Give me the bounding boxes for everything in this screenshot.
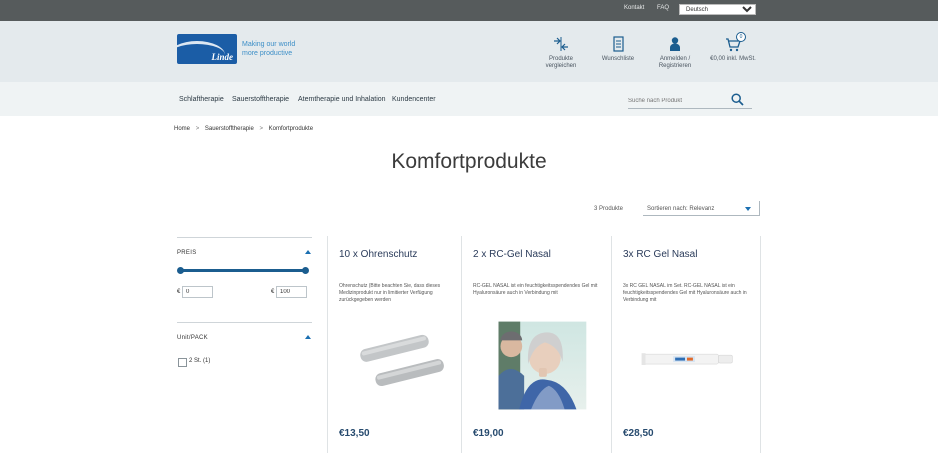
- site-header: Linde Making our world more productive P…: [0, 21, 938, 82]
- top-bar: Kontakt FAQ Deutsch: [0, 0, 938, 21]
- unit-checkbox[interactable]: [178, 358, 187, 367]
- compare-label: Produkte vergleichen: [545, 56, 577, 69]
- price-slider-track[interactable]: [177, 267, 309, 274]
- product-description: 3x RC GEL NASAL im Set. RC-GEL NASAL ist…: [623, 283, 747, 303]
- chevron-up-icon[interactable]: [305, 335, 311, 339]
- product-title[interactable]: 2 x RC-Gel Nasal: [473, 249, 551, 260]
- product-count: 3 Produkte: [594, 206, 624, 212]
- unit-filter-heading[interactable]: Unit/PACK: [177, 335, 208, 341]
- wishlist-icon: [613, 36, 624, 52]
- product-card[interactable]: 2 x RC-Gel Nasal RC-GEL NASAL ist ein fe…: [461, 236, 611, 453]
- product-price: €28,50: [623, 428, 654, 439]
- main-nav: Schlaftherapie Sauerstofftherapie Atemth…: [0, 82, 938, 116]
- breadcrumb-separator: >: [195, 126, 200, 132]
- price-slider-max-handle[interactable]: [302, 267, 309, 274]
- wishlist-label: Wunschliste: [601, 56, 635, 62]
- price-max-currency: €: [271, 289, 275, 295]
- sort-label: Sortieren nach: Relevanz: [647, 206, 715, 212]
- cart-total: €0,00 inkl. MwSt.: [710, 56, 756, 62]
- product-price: €19,00: [473, 428, 504, 439]
- product-card[interactable]: 3x RC Gel Nasal 3x RC GEL NASAL im Set. …: [611, 236, 761, 453]
- faq-link[interactable]: FAQ: [657, 5, 669, 11]
- user-icon: [670, 37, 680, 51]
- wishlist-button[interactable]: Wunschliste: [592, 36, 644, 63]
- search-box: [628, 92, 752, 109]
- price-max-input[interactable]: [276, 286, 307, 298]
- login-label: Anmelden / Registrieren: [658, 56, 692, 69]
- product-grid: 10 x Ohrenschutz Ohrenschutz (Bitte beac…: [327, 236, 761, 453]
- page-title: Komfortprodukte: [391, 150, 547, 173]
- sort-dropdown[interactable]: Sortieren nach: Relevanz: [643, 201, 760, 216]
- product-title[interactable]: 3x RC Gel Nasal: [623, 249, 697, 260]
- price-slider-min-handle[interactable]: [177, 267, 184, 274]
- breadcrumb-current: Komfortprodukte: [268, 126, 314, 132]
- nav-sauerstofftherapie[interactable]: Sauerstofftherapie: [232, 96, 289, 103]
- price-filter-heading[interactable]: PREIS: [177, 250, 197, 256]
- price-filter: PREIS € €: [177, 237, 312, 323]
- unit-filter: Unit/PACK: [177, 322, 312, 382]
- unit-option-label[interactable]: 2 St. (1): [189, 358, 210, 364]
- compare-products-button[interactable]: Produkte vergleichen: [535, 36, 587, 70]
- product-image-couple-photo[interactable]: [462, 316, 610, 416]
- product-title[interactable]: 10 x Ohrenschutz: [339, 249, 417, 260]
- linde-logo[interactable]: Linde: [177, 34, 237, 64]
- product-description: RC-GEL NASAL ist ein feuchtigkeitsspende…: [473, 283, 598, 296]
- search-input[interactable]: [628, 95, 723, 106]
- search-icon[interactable]: [731, 93, 744, 106]
- price-min-input[interactable]: [182, 286, 213, 298]
- chevron-up-icon[interactable]: [305, 250, 311, 254]
- breadcrumb-separator: >: [259, 126, 263, 132]
- cart-count-badge: 0: [736, 32, 746, 42]
- breadcrumb-sauerstofftherapie[interactable]: Sauerstofftherapie: [205, 126, 254, 132]
- breadcrumb-home[interactable]: Home: [174, 126, 190, 132]
- product-price: €13,50: [339, 428, 370, 439]
- compare-icon: [554, 37, 568, 51]
- nav-atemtherapie[interactable]: Atemtherapie und Inhalation: [298, 96, 386, 103]
- product-image-gel-tube[interactable]: [612, 316, 760, 416]
- product-description: Ohrenschutz (Bitte beachten Sie, dass di…: [339, 283, 441, 303]
- tagline: Making our world more productive: [242, 41, 296, 57]
- price-min-currency: €: [177, 289, 181, 295]
- language-select[interactable]: Deutsch: [679, 4, 756, 15]
- product-image-ear-protection[interactable]: [328, 316, 476, 416]
- product-card[interactable]: 10 x Ohrenschutz Ohrenschutz (Bitte beac…: [327, 236, 461, 453]
- login-register-button[interactable]: Anmelden / Registrieren: [649, 36, 701, 70]
- breadcrumb: Home > Sauerstofftherapie > Komfortprodu…: [174, 126, 317, 132]
- nav-kundencenter[interactable]: Kundencenter: [392, 96, 436, 103]
- nav-schlaftherapie[interactable]: Schlaftherapie: [179, 96, 224, 103]
- contact-link[interactable]: Kontakt: [624, 5, 644, 11]
- chevron-down-icon: [745, 207, 751, 211]
- cart-button[interactable]: €0,00 inkl. MwSt.: [707, 36, 759, 63]
